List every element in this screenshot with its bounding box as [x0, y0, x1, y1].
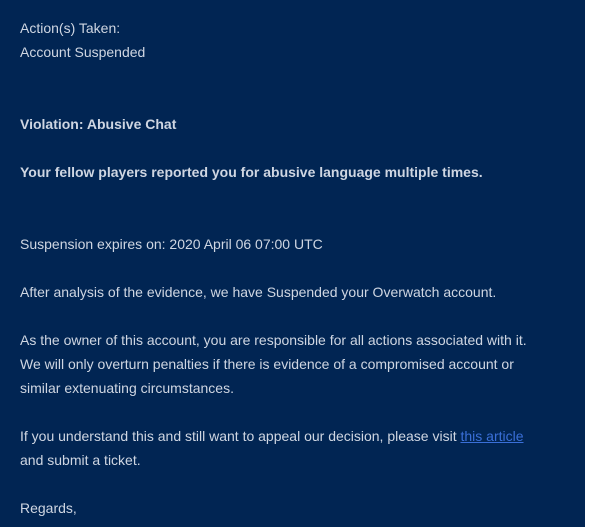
- appeal-suffix: and submit a ticket.: [20, 452, 141, 468]
- actions-label: Action(s) Taken:: [20, 20, 121, 36]
- owner-text-line-3: similar extenuating circumstances.: [20, 380, 234, 396]
- article-link[interactable]: this article: [460, 428, 523, 444]
- appeal-text: If you understand this and still want to…: [20, 424, 560, 448]
- violation-heading: Violation: Abusive Chat: [20, 116, 177, 132]
- regards-text: Regards,: [20, 500, 77, 516]
- action-value: Account Suspended: [20, 44, 146, 60]
- owner-text-line-2: We will only overturn penalties if there…: [20, 356, 514, 372]
- page: Action(s) Taken: Account Suspended Viola…: [0, 0, 602, 527]
- analysis-text: After analysis of the evidence, we have …: [20, 284, 497, 300]
- appeal-prefix: If you understand this and still want to…: [20, 428, 461, 444]
- report-summary: Your fellow players reported you for abu…: [20, 164, 483, 180]
- message-body: Action(s) Taken: Account Suspended Viola…: [20, 16, 560, 520]
- owner-text-line-1: As the owner of this account, you are re…: [20, 332, 527, 348]
- suspension-expiry: Suspension expires on: 2020 April 06 07:…: [20, 236, 323, 252]
- message-panel: Action(s) Taken: Account Suspended Viola…: [0, 0, 585, 527]
